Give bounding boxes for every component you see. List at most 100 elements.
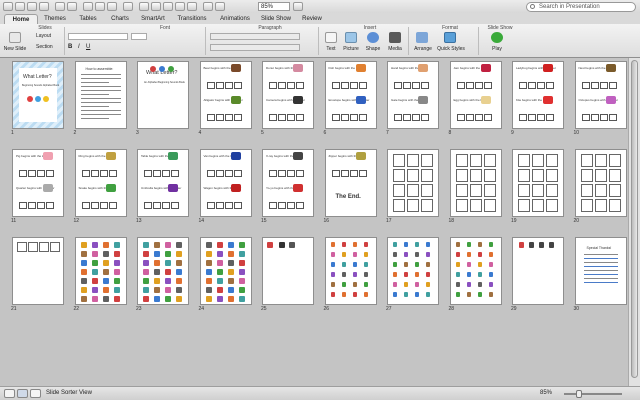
slide-thumbnail[interactable] (388, 238, 438, 304)
table-icon[interactable] (139, 2, 149, 11)
slide-thumbnail[interactable]: Hand begins with the letter Gate begins w… (388, 62, 438, 128)
picture-item (102, 287, 109, 293)
tab-smartart[interactable]: SmartArt (137, 14, 169, 24)
picture-icon[interactable] (345, 32, 357, 43)
paste-icon[interactable] (107, 2, 117, 11)
tab-slide-show[interactable]: Slide Show (258, 14, 294, 24)
slide-thumbnail[interactable]: Ladybug begins with the letter Kite begin… (513, 62, 563, 128)
slide-thumbnail[interactable]: Bear begins with the letter Alligator beg… (200, 62, 251, 128)
slide-thumbnail[interactable] (263, 238, 313, 304)
alignment-controls[interactable] (210, 44, 300, 51)
format-painter-icon[interactable] (123, 2, 133, 11)
slide-thumbnail[interactable] (388, 150, 438, 216)
picture-item (165, 251, 171, 257)
shape-icon[interactable] (367, 32, 379, 43)
slide-show-view-icon[interactable] (30, 389, 41, 398)
slide-thumbnail[interactable]: Fish begins with the letter Envelope begi… (325, 62, 376, 128)
print-icon[interactable] (39, 2, 49, 11)
zoom-field[interactable]: 85% (258, 2, 290, 11)
font-size-field[interactable] (131, 33, 147, 40)
slide-thumbnail[interactable] (575, 150, 626, 216)
redo-icon[interactable] (67, 2, 77, 11)
search-placeholder: Search in Presentation (539, 4, 600, 10)
text-icon[interactable] (325, 32, 337, 43)
zoom-slider[interactable] (564, 390, 622, 398)
new-slide-button[interactable]: New Slide (0, 46, 30, 52)
copy-icon[interactable] (95, 2, 105, 11)
status-bar: Slide Sorter View 85% (0, 386, 640, 400)
slide-thumbnail[interactable] (138, 238, 188, 304)
slide-thumbnail[interactable]: Jam begins with the letter Egg begins wit… (450, 62, 501, 128)
slide-thumbnail[interactable] (450, 150, 501, 216)
quick-styles-icon[interactable] (444, 32, 456, 43)
letter-item (330, 252, 335, 257)
help-icon[interactable] (293, 2, 303, 11)
toolbox-icon[interactable] (215, 2, 225, 11)
media-icon[interactable] (389, 32, 401, 43)
word-picture (293, 152, 303, 160)
quick-styles-button[interactable]: Quick Styles (436, 46, 466, 52)
slide-thumbnail[interactable]: Pig begins with the letter Quarter begins… (13, 150, 63, 216)
slide-thumbnail[interactable] (513, 150, 563, 216)
slide-thumbnail[interactable] (325, 238, 376, 304)
tab-home[interactable]: Home (4, 14, 38, 24)
slide-thumbnail[interactable] (450, 238, 501, 304)
scrollbar-thumb[interactable] (631, 60, 638, 378)
tab-review[interactable]: Review (298, 14, 326, 24)
slide-thumbnail[interactable]: Van begins with the letter Wagon begins w… (200, 150, 251, 216)
slide-thumbnail[interactable]: Donut begins with the letter Camera begin… (263, 62, 313, 128)
picture-button[interactable]: Picture (340, 46, 362, 52)
zoom-slider-knob[interactable] (576, 390, 582, 398)
play-button[interactable]: Play (484, 46, 510, 52)
vertical-scrollbar[interactable] (628, 58, 640, 386)
answer-boxes (394, 108, 432, 121)
arrange-button[interactable]: Arrange (410, 46, 436, 52)
shape-button[interactable]: Shape (362, 46, 384, 52)
media-button[interactable]: Media (384, 46, 406, 52)
tab-tables[interactable]: Tables (74, 14, 102, 24)
slide-thumbnail[interactable] (75, 238, 126, 304)
tab-transitions[interactable]: Transitions (172, 14, 212, 24)
tab-animations[interactable]: Animations (215, 14, 255, 24)
media-browser-icon[interactable] (203, 2, 213, 11)
undo-icon[interactable] (55, 2, 65, 11)
open-icon[interactable] (15, 2, 25, 11)
chart-icon[interactable] (151, 2, 161, 11)
slide-thumbnail[interactable] (200, 238, 251, 304)
slide-thumbnail[interactable]: Table begins with the letter Umbrella beg… (138, 150, 188, 216)
slide-thumbnail[interactable] (513, 238, 563, 304)
italic-button[interactable]: I (78, 44, 80, 50)
save-icon[interactable] (27, 2, 37, 11)
new-slide-icon[interactable] (9, 32, 21, 43)
slide-thumbnail[interactable]: Nest begins with the letter Octopus begin… (575, 62, 626, 128)
slide-thumbnail[interactable] (13, 238, 63, 304)
slide-sorter-view-icon[interactable] (17, 389, 28, 398)
tab-themes[interactable]: Themes (40, 14, 70, 24)
picture-icon[interactable] (187, 2, 197, 11)
font-name-field[interactable] (68, 33, 128, 40)
shape-icon[interactable] (175, 2, 185, 11)
paragraph-controls[interactable] (210, 33, 300, 40)
slide-thumbnail[interactable]: Zipper begins with the letter The End. (325, 150, 376, 216)
slide-thumbnail[interactable]: How to assemble: (75, 62, 126, 128)
slide-thumbnail[interactable]: What Letter? An Alphabet Beginning Sounds… (138, 62, 188, 128)
answer-box (519, 114, 527, 121)
text-button[interactable]: Text (320, 46, 342, 52)
tab-charts[interactable]: Charts (106, 14, 134, 24)
normal-view-icon[interactable] (4, 389, 15, 398)
play-icon[interactable] (491, 32, 503, 43)
search-input[interactable]: Search in Presentation (526, 2, 636, 12)
arrange-icon[interactable] (416, 32, 428, 43)
group-format-label: Format (442, 25, 458, 31)
bold-button[interactable]: B (68, 44, 72, 50)
cut-icon[interactable] (83, 2, 93, 11)
textbox-icon[interactable] (163, 2, 173, 11)
section-button[interactable]: Section (36, 44, 53, 50)
underline-button[interactable]: U (86, 44, 90, 50)
slide-thumbnail[interactable]: Ring begins with the letter Snake begins … (75, 150, 126, 216)
slide-thumbnail[interactable]: X-ray begins with the letter Yo-yo begins… (263, 150, 313, 216)
new-icon[interactable] (3, 2, 13, 11)
slide-thumbnail[interactable]: What Letter? Beginning Sounds Alphabet Bo… (13, 62, 63, 128)
layout-button[interactable]: Layout (36, 33, 51, 39)
slide-thumbnail[interactable]: Special Thanks! (575, 238, 626, 304)
